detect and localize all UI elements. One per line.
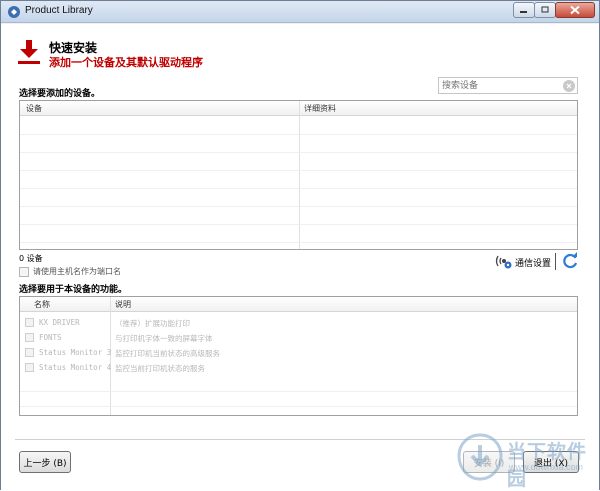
network-settings-icon[interactable] [495, 253, 513, 269]
title-bar: Product Library [1, 1, 599, 23]
column-header-name[interactable]: 名称 [34, 299, 50, 310]
device-table[interactable]: 设备 详细资料 [19, 100, 578, 250]
refresh-icon[interactable] [561, 252, 579, 270]
column-header-device[interactable]: 设备 [26, 103, 42, 114]
page-subtitle: 添加一个设备及其默认驱动程序 [49, 56, 203, 69]
function-name: Status Monitor 4 [39, 363, 112, 372]
comm-settings-link[interactable]: 通信设置 [515, 256, 551, 269]
install-button[interactable]: 安装 (I) [463, 451, 515, 473]
row-gridline [20, 224, 577, 225]
function-description: 与打印机字体一致的屏幕字体 [115, 334, 213, 343]
row-gridline [20, 406, 577, 407]
main-content: 快速安装 添加一个设备及其默认驱动程序 选择要添加的设备。 设备 详细资料 0 [1, 24, 599, 490]
column-divider [299, 101, 300, 249]
row-gridline [20, 206, 577, 207]
function-checkbox[interactable] [25, 333, 34, 342]
function-row[interactable]: FONTS 与打印机字体一致的屏幕字体 [20, 330, 577, 345]
column-header-description[interactable]: 说明 [115, 299, 131, 310]
close-button[interactable] [555, 2, 595, 18]
restore-icon [541, 6, 549, 13]
download-arrow-icon [18, 40, 40, 64]
row-gridline [20, 152, 577, 153]
row-gridline [20, 242, 577, 243]
footer-divider [15, 439, 585, 440]
row-gridline [20, 170, 577, 171]
use-hostname-label: 请使用主机名作为端口名 [33, 267, 121, 276]
function-table[interactable]: 名称 说明 KX DRIVER （推荐）扩展功能打印 FONTS 与打印机字体一… [19, 296, 578, 416]
close-icon [570, 5, 580, 15]
minimize-button[interactable] [513, 2, 535, 18]
function-description: 监控当前打印机状态的服务 [115, 364, 205, 373]
row-gridline [20, 391, 577, 392]
function-name: FONTS [39, 333, 62, 342]
device-count: 0 设备 [19, 254, 43, 263]
restore-button[interactable] [534, 2, 556, 18]
product-library-window: Product Library 快速安装 添加一个设备及其默认驱动程序 搜索设备… [0, 0, 600, 490]
row-gridline [20, 134, 577, 135]
function-row[interactable]: Status Monitor 4 监控当前打印机状态的服务 [20, 360, 577, 375]
function-name: Status Monitor 3 [39, 348, 112, 357]
function-row[interactable]: KX DRIVER （推荐）扩展功能打印 [20, 315, 577, 330]
search-input[interactable] [439, 78, 559, 93]
function-name: KX DRIVER [39, 318, 80, 327]
use-hostname-option[interactable]: 请使用主机名作为端口名 [19, 266, 121, 277]
window-controls [513, 2, 595, 18]
function-checkbox[interactable] [25, 318, 34, 327]
column-header-details[interactable]: 详细资料 [304, 103, 336, 114]
app-icon [8, 6, 20, 18]
exit-button[interactable]: 退出 (X) [523, 451, 579, 473]
function-table-header: 名称 说明 [20, 297, 577, 312]
row-gridline [20, 188, 577, 189]
close-icon [566, 83, 572, 89]
function-description: （推荐）扩展功能打印 [115, 319, 190, 328]
divider [555, 253, 556, 270]
function-checkbox[interactable] [25, 348, 34, 357]
search-box [438, 77, 578, 94]
window-title: Product Library [25, 5, 93, 16]
back-button[interactable]: 上一步 (B) [19, 451, 71, 473]
use-hostname-checkbox[interactable] [19, 266, 29, 277]
function-checkbox[interactable] [25, 363, 34, 372]
function-description: 监控打印机当前状态的高级服务 [115, 349, 220, 358]
functions-section-label: 选择要用于本设备的功能。 [19, 285, 128, 295]
function-row[interactable]: Status Monitor 3 监控打印机当前状态的高级服务 [20, 345, 577, 360]
clear-search-button[interactable] [563, 80, 575, 92]
minimize-icon [520, 11, 527, 13]
devices-section-label: 选择要添加的设备。 [19, 89, 101, 99]
